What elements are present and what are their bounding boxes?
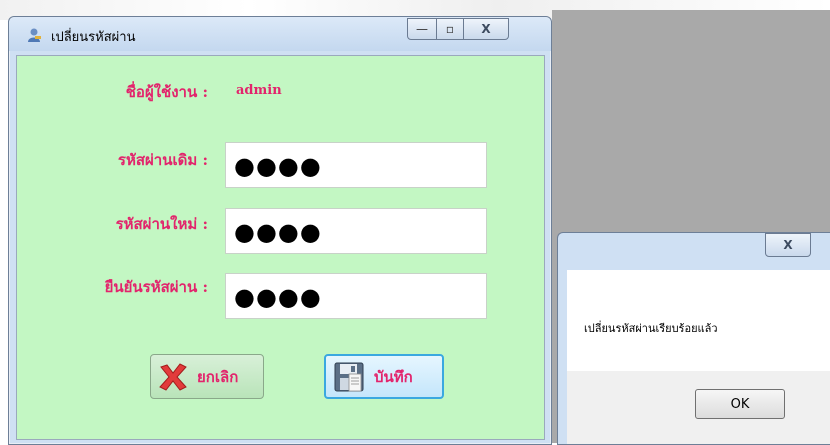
message-text: เปลี่ยนรหัสผ่านเรียบร้อยแล้ว [584,322,718,335]
red-x-icon [159,362,187,391]
message-footer: OK [567,371,830,444]
cancel-label: ยกเลิก [197,367,239,386]
username-value: admin [236,83,282,98]
close-icon: X [481,22,491,36]
minimize-button[interactable]: — [407,18,437,40]
message-body: เปลี่ยนรหัสผ่านเรียบร้อยแล้ว [567,270,830,371]
confirm-password-field[interactable]: ●●●● [225,273,487,319]
window-title: เปลี่ยนรหัสผ่าน [51,30,136,45]
ok-button[interactable]: OK [695,389,785,419]
minimize-icon: — [416,22,428,36]
new-password-label: รหัสผ่านใหม่ : [115,215,208,233]
close-button[interactable]: X [463,18,509,40]
save-label: บันทึก [374,367,413,386]
old-password-field[interactable]: ●●●● [225,142,487,188]
cancel-button[interactable]: ยกเลิก [150,354,264,399]
user-key-icon [28,28,41,42]
username-label: ชื่อผู้ใช้งาน : [125,83,208,101]
save-button[interactable]: บันทึก [324,354,444,399]
floppy-disk-icon [334,362,364,391]
new-password-field[interactable]: ●●●● [225,208,487,254]
title-bar[interactable]: เปลี่ยนรหัสผ่าน — ▫ X [9,17,551,51]
message-dialog: X เปลี่ยนรหัสผ่านเรียบร้อยแล้ว OK [557,232,830,445]
message-close-button[interactable]: X [765,233,811,257]
confirm-password-label: ยืนยันรหัสผ่าน : [104,278,208,296]
maximize-button[interactable]: ▫ [436,18,464,40]
maximize-icon: ▫ [445,22,455,36]
old-password-label: รหัสผ่านเดิม : [117,151,208,169]
close-icon: X [783,238,793,252]
